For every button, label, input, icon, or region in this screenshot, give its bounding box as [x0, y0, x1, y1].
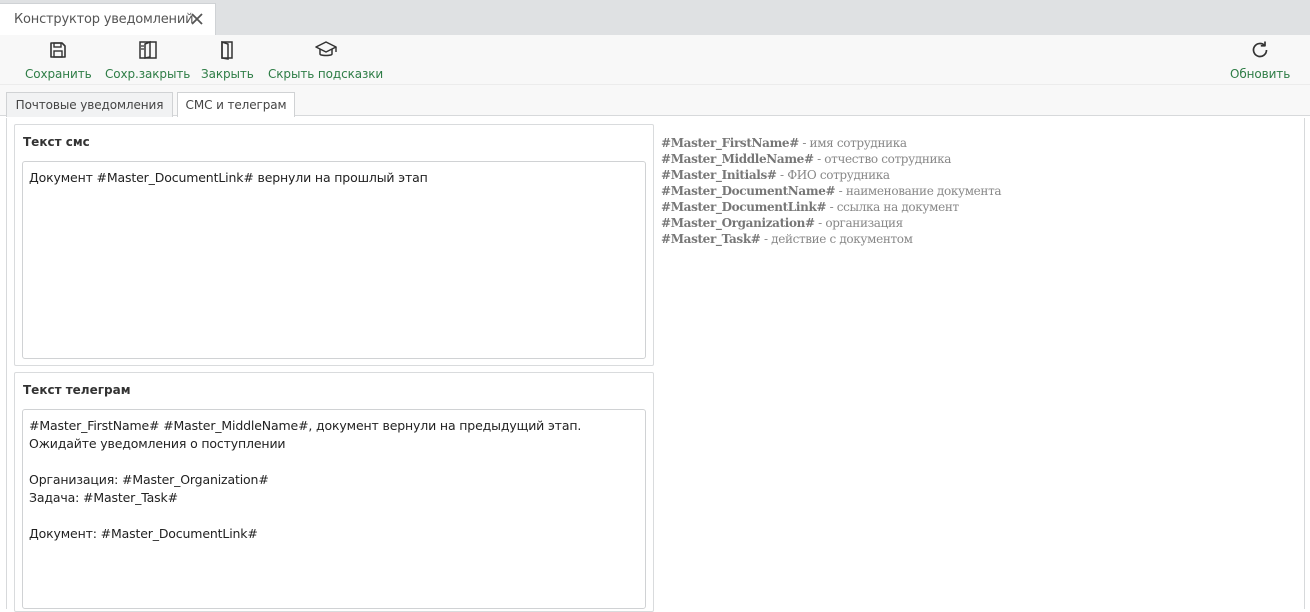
hint-desc: - отчество сотрудника — [813, 152, 952, 166]
toolbar: Сохранить Сохр.закрыть Закрыть Скрыть по… — [0, 35, 1310, 85]
sms-panel-title: Текст смс — [23, 135, 90, 149]
telegram-panel: Текст телеграм #Master_FirstName# #Maste… — [14, 372, 654, 612]
hide-hints-button[interactable]: Скрыть подсказки — [268, 39, 383, 81]
tab-content: Текст смс Документ #Master_DocumentLink#… — [6, 118, 1305, 612]
hint-line: #Master_Organization# - организация — [661, 215, 1001, 231]
save-button-label: Сохранить — [25, 67, 92, 81]
hint-key: #Master_FirstName# — [661, 136, 799, 150]
save-close-icon — [137, 39, 159, 61]
hint-desc: - ФИО сотрудника — [776, 168, 890, 182]
hint-line: #Master_Task# - действие с документом — [661, 231, 1001, 247]
door-icon — [216, 39, 238, 61]
graduation-cap-icon — [314, 39, 337, 61]
hint-key: #Master_DocumentLink# — [661, 200, 827, 214]
hint-line: #Master_MiddleName# - отчество сотрудник… — [661, 151, 1001, 167]
placeholder-hints: #Master_FirstName# - имя сотрудника #Mas… — [661, 135, 1002, 247]
hint-key: #Master_Organization# — [661, 216, 815, 230]
hint-line: #Master_DocumentLink# - ссылка на докуме… — [661, 199, 1001, 215]
tab-email-notifications-label: Почтовые уведомления — [15, 98, 164, 112]
document-tab-title: Конструктор уведомлений — [14, 12, 194, 27]
hint-key: #Master_DocumentName# — [661, 184, 836, 198]
hint-desc: - ссылка на документ — [826, 200, 960, 214]
telegram-panel-title: Текст телеграм — [23, 383, 131, 397]
save-close-button-label: Сохр.закрыть — [105, 67, 191, 81]
hint-key: #Master_Task# — [661, 232, 761, 246]
hint-line: #Master_FirstName# - имя сотрудника — [661, 135, 1001, 151]
refresh-button-label: Обновить — [1230, 67, 1291, 81]
sms-panel: Текст смс Документ #Master_DocumentLink#… — [14, 124, 654, 366]
close-button[interactable]: Закрыть — [201, 39, 254, 81]
hint-desc: - действие с документом — [760, 232, 913, 246]
hint-desc: - имя сотрудника — [798, 136, 907, 150]
save-close-button[interactable]: Сохр.закрыть — [105, 39, 190, 81]
hint-desc: - организация — [814, 216, 903, 230]
document-tab-bar: Конструктор уведомлений — [0, 0, 1310, 35]
tab-email-notifications[interactable]: Почтовые уведомления — [6, 92, 173, 117]
close-icon[interactable] — [190, 12, 204, 26]
document-tab[interactable]: Конструктор уведомлений — [0, 3, 216, 35]
save-icon — [47, 39, 69, 61]
inner-tab-bar: Почтовые уведомления СМС и телеграм — [0, 85, 1310, 117]
tab-sms-telegram[interactable]: СМС и телеграм — [177, 92, 295, 117]
hint-desc: - наименование документа — [835, 184, 1002, 198]
hide-hints-button-label: Скрыть подсказки — [268, 67, 384, 81]
refresh-icon — [1249, 39, 1271, 61]
telegram-text-field[interactable]: #Master_FirstName# #Master_MiddleName#, … — [22, 409, 646, 609]
hint-line: #Master_Initials# - ФИО сотрудника — [661, 167, 1001, 183]
sms-text-field[interactable]: Документ #Master_DocumentLink# вернули н… — [22, 161, 646, 359]
save-button[interactable]: Сохранить — [25, 39, 92, 81]
hint-key: #Master_MiddleName# — [661, 152, 814, 166]
tab-sms-telegram-label: СМС и телеграм — [185, 98, 287, 112]
close-button-label: Закрыть — [201, 67, 254, 81]
refresh-button[interactable]: Обновить — [1230, 39, 1290, 81]
hint-key: #Master_Initials# — [661, 168, 777, 182]
hint-line: #Master_DocumentName# - наименование док… — [661, 183, 1002, 199]
